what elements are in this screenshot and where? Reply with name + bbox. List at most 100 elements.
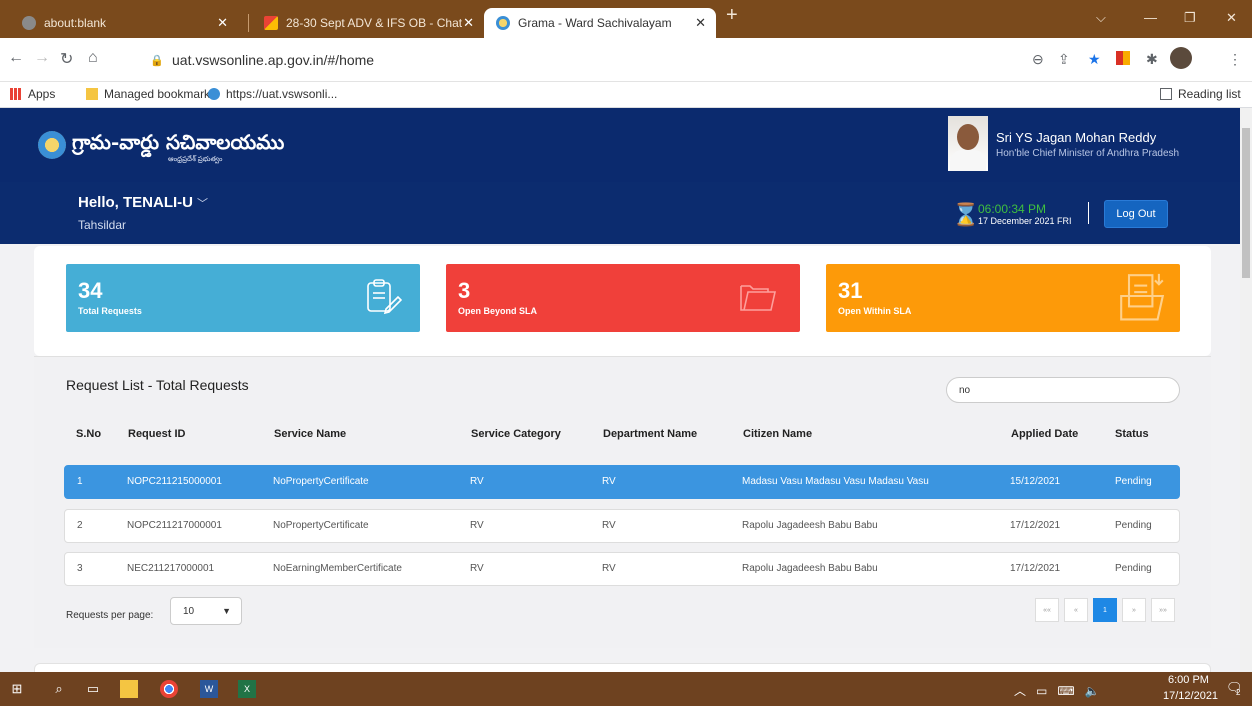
chevron-down-icon[interactable]: ⌵ xyxy=(1096,10,1106,26)
clock-time: 06:00:34 PM xyxy=(978,202,1047,216)
chrome-icon[interactable] xyxy=(160,680,178,698)
user-menu[interactable]: Hello, TENALI-U ﹀ xyxy=(78,194,208,211)
folder-icon xyxy=(86,88,98,100)
system-tray-icons[interactable]: ︿ ▭ ⌨ 🔈 xyxy=(1014,682,1100,699)
column-header: Service Name xyxy=(274,428,347,440)
per-page-label: Requests per page: xyxy=(66,610,154,621)
lock-icon: 🔒 xyxy=(150,55,164,67)
table-row[interactable]: 3 NEC211217000001 NoEarningMemberCertifi… xyxy=(64,552,1180,586)
star-icon[interactable]: ★ xyxy=(1088,51,1101,68)
close-tab-icon[interactable]: ✕ xyxy=(463,15,474,31)
stat-value: 34 xyxy=(78,278,103,303)
managed-bookmarks[interactable]: Managed bookmarks xyxy=(86,87,216,101)
column-header: S.No xyxy=(76,428,102,440)
logo-text: గ్రామ-వార్డు సచివాలయము xyxy=(72,130,285,154)
open-beyond-sla-card[interactable]: 3 Open Beyond SLA xyxy=(446,264,800,332)
tab-title: about:blank xyxy=(44,16,107,30)
stats-panel: 34 Total Requests 3 Open Beyond SLA 31 O… xyxy=(34,246,1211,356)
logout-button[interactable]: Log Out xyxy=(1104,200,1168,228)
divider xyxy=(1088,202,1089,224)
notification-icon[interactable]: 🗨 2 xyxy=(1226,680,1244,698)
tab-title: Grama - Ward Sachivalayam xyxy=(518,16,672,30)
column-header: Status xyxy=(1115,428,1149,440)
page-1-button[interactable]: 1 xyxy=(1093,598,1117,622)
user-role: Tahsildar xyxy=(78,218,127,232)
file-download-icon xyxy=(1120,273,1165,321)
stat-label: Total Requests xyxy=(78,306,142,316)
site-logo[interactable]: గ్రామ-వార్డు సచివాలయము ఆంధ్రప్రదేశ్ ప్రభ… xyxy=(38,130,285,163)
cm-title: Hon'ble Chief Minister of Andhra Pradesh xyxy=(996,148,1180,159)
close-tab-icon[interactable]: ✕ xyxy=(217,15,228,31)
tab-grama-ward[interactable]: Grama - Ward Sachivalayam ✕ xyxy=(484,8,716,38)
page-scrollbar[interactable] xyxy=(1240,108,1252,672)
windows-start-icon[interactable]: ⊞ xyxy=(8,680,26,698)
tab-title: 28-30 Sept ADV & IFS OB - Chat xyxy=(286,16,463,30)
column-header: Request ID xyxy=(128,428,186,440)
back-icon[interactable]: ← xyxy=(8,49,24,67)
tab-about-blank[interactable]: about:blank ✕ xyxy=(10,8,238,38)
search-input[interactable] xyxy=(946,377,1180,403)
taskbar-date[interactable]: 17/12/2021 xyxy=(1163,690,1218,702)
profile-avatar[interactable] xyxy=(1170,47,1192,69)
stat-value: 3 xyxy=(458,278,471,303)
windows-taskbar: ⊞ ⌕ ▭ W X ︿ ▭ ⌨ 🔈 6:00 PM 17/12/2021 🗨 2 xyxy=(0,672,1252,706)
column-header: Department Name xyxy=(603,428,698,440)
seal-icon xyxy=(38,130,66,159)
stat-label: Open Beyond SLA xyxy=(458,306,538,316)
puzzle-icon[interactable]: ✱ xyxy=(1146,51,1158,68)
home-icon[interactable]: ⌂ xyxy=(88,49,98,67)
url-text: uat.vswsonline.ap.gov.in/#/home xyxy=(172,52,375,68)
prev-page-button[interactable]: « xyxy=(1064,598,1088,622)
site-icon xyxy=(496,16,510,30)
zoom-icon[interactable]: ⊖ xyxy=(1032,51,1044,68)
apps-bookmark[interactable]: Apps xyxy=(10,87,55,101)
per-page-select[interactable]: 10 ▼ xyxy=(170,597,242,625)
table-row[interactable]: 1 NOPC211215000001 NoPropertyCertificate… xyxy=(64,465,1180,499)
logo-subtext: ఆంధ్రప్రదేశ్ ప్రభుత్వం xyxy=(168,156,223,163)
browser-tab-strip: about:blank ✕ 28-30 Sept ADV & IFS OB - … xyxy=(0,0,1252,38)
file-explorer-icon[interactable] xyxy=(120,680,138,698)
address-bar[interactable]: 🔒 uat.vswsonline.ap.gov.in/#/home xyxy=(150,44,1010,76)
minimize-icon[interactable]: — xyxy=(1144,10,1157,25)
total-requests-card[interactable]: 34 Total Requests xyxy=(66,264,420,332)
next-page-button[interactable]: » xyxy=(1122,598,1146,622)
tab-chat[interactable]: 28-30 Sept ADV & IFS OB - Chat ✕ xyxy=(252,8,484,38)
table-row[interactable]: 2 NOPC211217000001 NoPropertyCertificate… xyxy=(64,509,1180,543)
taskbar-time[interactable]: 6:00 PM xyxy=(1168,674,1209,686)
chevron-down-icon: ﹀ xyxy=(197,198,208,210)
chevron-down-icon: ▼ xyxy=(222,606,231,616)
folder-open-icon xyxy=(740,285,776,311)
close-tab-icon[interactable]: ✕ xyxy=(695,15,706,31)
bookmarks-bar: Apps Managed bookmarks https://uat.vswso… xyxy=(0,82,1252,108)
menu-icon[interactable]: ⋮ xyxy=(1228,51,1242,68)
first-page-button[interactable]: «« xyxy=(1035,598,1059,622)
close-window-icon[interactable]: ✕ xyxy=(1226,10,1237,26)
task-view-icon[interactable]: ▭ xyxy=(84,680,102,698)
reading-list-button[interactable]: Reading list xyxy=(1160,87,1241,101)
page-content: గ్రామ-వార్డు సచివాలయము ఆంధ్రప్రదేశ్ ప్రభ… xyxy=(0,108,1240,672)
extension-icon[interactable] xyxy=(1116,51,1130,65)
scrollbar-thumb[interactable] xyxy=(1242,128,1250,278)
reload-icon[interactable]: ↻ xyxy=(60,49,73,69)
list-title: Request List - Total Requests xyxy=(66,377,249,393)
cm-photo xyxy=(948,116,988,171)
site-icon xyxy=(208,88,220,100)
excel-icon[interactable]: X xyxy=(238,680,256,698)
column-header: Service Category xyxy=(471,428,561,440)
open-within-sla-card[interactable]: 31 Open Within SLA xyxy=(826,264,1180,332)
site-header: గ్రామ-వార్డు సచివాలయము ఆంధ్రప్రదేశ్ ప్రభ… xyxy=(0,108,1240,182)
last-page-button[interactable]: »» xyxy=(1151,598,1175,622)
search-icon[interactable]: ⌕ xyxy=(50,680,68,698)
stat-value: 31 xyxy=(838,278,863,303)
forward-icon[interactable]: → xyxy=(34,49,50,67)
next-panel xyxy=(34,663,1211,672)
new-tab-button[interactable]: + xyxy=(726,4,738,27)
site-bookmark[interactable]: https://uat.vswsonli... xyxy=(208,87,337,101)
tab-separator xyxy=(248,14,249,32)
clipboard-icon xyxy=(367,279,402,315)
user-bar: Hello, TENALI-U ﹀ Tahsildar ⌛ 06:00:34 PM… xyxy=(0,182,1240,244)
share-icon[interactable]: ⇪ xyxy=(1058,51,1070,68)
word-icon[interactable]: W xyxy=(200,680,218,698)
restore-icon[interactable]: ❐ xyxy=(1184,10,1196,26)
gmail-icon xyxy=(264,16,278,30)
